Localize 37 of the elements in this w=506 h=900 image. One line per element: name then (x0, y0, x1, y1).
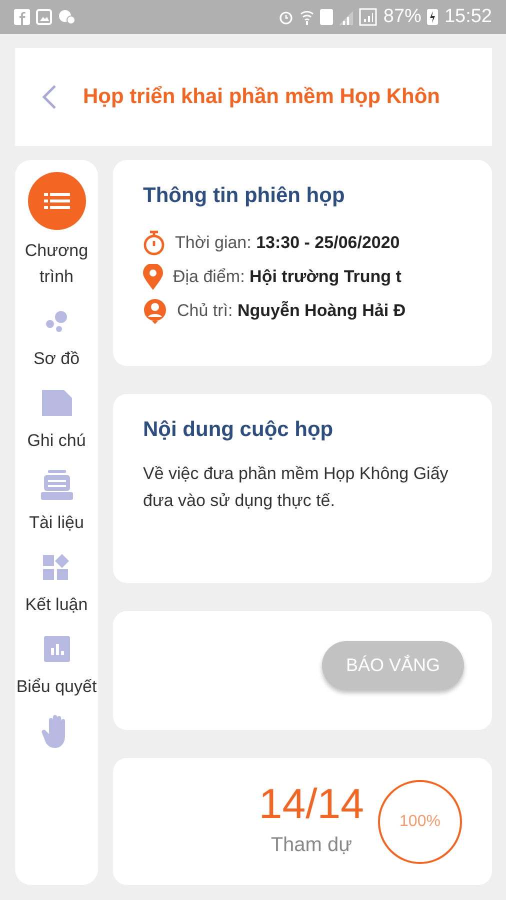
battery-charging-icon (427, 9, 438, 25)
percent-ring: 100% (378, 780, 462, 864)
card-heading: Nội dung cuộc họp (143, 418, 334, 442)
chat-icon (58, 9, 76, 25)
clock: 15:52 (444, 6, 492, 28)
signal-icon (359, 8, 378, 26)
note-icon (42, 390, 72, 416)
sidebar-item[interactable]: Sơ đồ (33, 304, 80, 372)
attendance-label: Tham dự (270, 834, 352, 857)
meeting-title: Họp triển khai phần mềm Họp Khôn (83, 85, 440, 109)
dots-icon (44, 309, 68, 333)
back-icon[interactable] (41, 84, 57, 110)
sidebar-item[interactable]: Kết luận (25, 550, 88, 618)
attendance-count: 14/14 (258, 780, 364, 828)
person-icon (143, 298, 167, 324)
sidebar-item[interactable]: Chương trình (15, 172, 98, 290)
content-text: Về việc đưa phần mềm Họp Không Giấy đưa vào sử dụng thực tế. (143, 463, 450, 512)
wifi-icon (300, 9, 314, 25)
sidebar-item[interactable]: Tài liệu (29, 468, 84, 536)
stopwatch-icon (143, 230, 165, 256)
image-icon (36, 9, 52, 25)
info-line: Thời gian: 13:30 - 25/06/2020 (175, 233, 400, 253)
location-pin-icon (143, 264, 163, 290)
sidebar-item[interactable]: Biểu quyết (16, 632, 97, 700)
sim-icon (320, 9, 334, 25)
info-line: Chủ trì: Nguyễn Hoàng Hải Đ (177, 301, 406, 321)
alarm-icon (278, 9, 294, 25)
signal-icon (339, 9, 354, 25)
facebook-icon (14, 9, 30, 25)
tray-icon (40, 470, 72, 500)
list-icon (44, 191, 70, 211)
sidebar-item[interactable]: Ghi chú (27, 386, 86, 454)
info-line: Địa điểm: Hội trường Trung t (173, 267, 402, 287)
battery-percent: 87% (383, 6, 422, 28)
card-heading: Thông tin phiên họp (143, 184, 346, 208)
bar-chart-icon (44, 636, 70, 662)
tiles-icon (43, 554, 70, 580)
